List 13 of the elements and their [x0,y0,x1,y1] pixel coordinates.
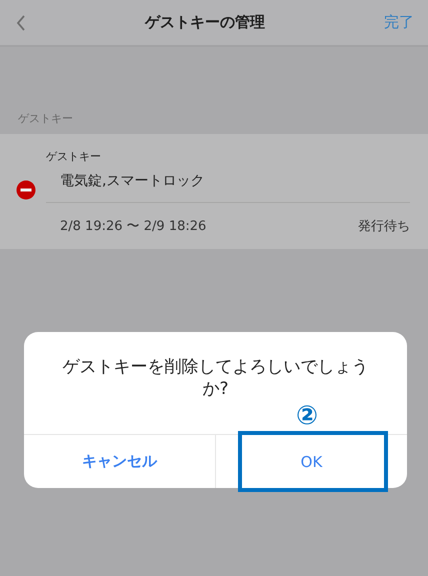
done-button[interactable]: 完了 [384,13,414,32]
key-label: ゲストキー [46,148,102,164]
dialog-button[interactable]: OK [215,435,407,488]
step-number: ② [296,402,318,430]
section-header: ゲストキー [18,112,73,125]
screen-title: ゲストキーの管理 [145,13,265,32]
lock-name: 電気錠,スマートロック [46,172,410,202]
delete-icon[interactable] [16,180,36,200]
guest-key-row[interactable]: ゲストキー 電気錠,スマートロック 2/8 19:26 〜 2/9 18:26 発行待ち [0,134,428,249]
dialog-message: ゲストキーを削除してよろしいでしょうか? [62,356,370,400]
dialog-button[interactable]: キャンセル [24,435,215,488]
validity-period: 2/8 19:26 〜 2/9 18:26 [60,218,206,234]
key-status: 発行待ち [358,218,410,234]
